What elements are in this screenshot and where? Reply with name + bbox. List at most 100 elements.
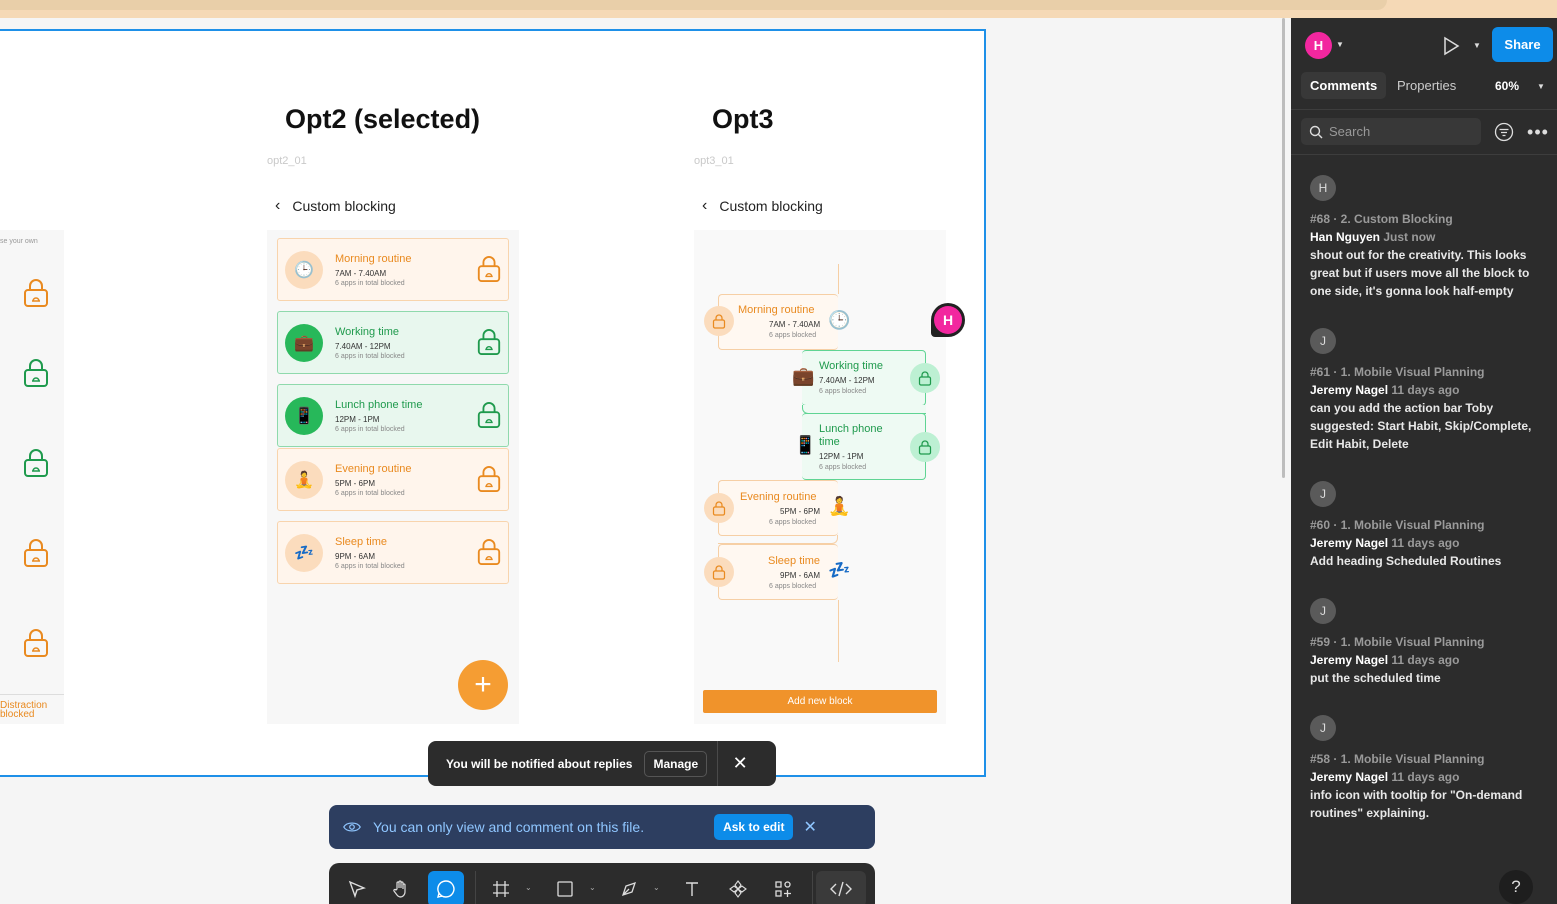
opt1-screen-partial: se your own Distraction blocked — [0, 230, 64, 724]
comment-text: info icon with tooltip for "On-demand ro… — [1310, 788, 1523, 820]
briefcase-icon: 💼 — [792, 366, 815, 386]
avatar: J — [1310, 328, 1336, 354]
opt2-screen: 💤 Sleep time 9PM - 6AM 6 apps in total bloc… — [267, 230, 519, 724]
hand-tool-icon[interactable] — [383, 871, 419, 904]
comment-item[interactable]: H #68 · 2. Custom Blocking Han Nguyen Just… — [1310, 175, 1546, 300]
lock-icon — [910, 432, 940, 462]
block-apps-count: 6 apps in total blocked — [335, 280, 405, 287]
lock-icon — [704, 557, 734, 587]
block-name: Morning routine — [335, 253, 412, 265]
close-icon[interactable]: ✕ — [803, 817, 816, 837]
chevron-down-icon[interactable]: ▼ — [1336, 40, 1344, 49]
tab-comments[interactable]: Comments — [1301, 72, 1387, 99]
timeline-name: Sleep time — [768, 555, 820, 567]
bottom-toolbar: ⌄ ⌄ ⌄ — [329, 863, 875, 904]
block-name: Lunch phone time — [335, 399, 423, 411]
lock-icon — [24, 629, 48, 657]
block-time: 12PM - 1PM — [335, 415, 380, 424]
timeline-connector — [838, 600, 839, 662]
comment-author: Han Nguyen — [1310, 230, 1381, 244]
add-block-fab[interactable]: + — [458, 660, 508, 710]
rectangle-tool-icon[interactable] — [547, 871, 583, 904]
user-avatar[interactable]: H — [1305, 32, 1332, 59]
comment-pin-avatar[interactable]: H — [931, 303, 965, 337]
component-tool-icon[interactable] — [720, 871, 756, 904]
phone-icon: 📱 — [794, 435, 817, 455]
view-only-message: You can only view and comment on this fi… — [373, 819, 645, 835]
toast-message: You will be notified about replies — [446, 756, 633, 771]
opt2-subtitle: opt2_01 — [267, 155, 307, 167]
canvas-scrollbar[interactable] — [1282, 18, 1285, 478]
lock-icon[interactable] — [476, 401, 502, 429]
move-tool-icon[interactable] — [339, 871, 375, 904]
resources-tool-icon[interactable] — [765, 871, 801, 904]
block-card[interactable]: 🧘 Evening routine 5PM - 6PM 6 apps in total… — [277, 448, 509, 511]
timeline-name: Evening routine — [740, 491, 817, 503]
lock-icon[interactable] — [476, 538, 502, 566]
eye-icon — [343, 822, 361, 832]
block-card[interactable]: 🕒 Morning routine 7AM - 7.40AM 6 apps in to… — [277, 238, 509, 301]
comment-item[interactable]: J #58 · 1. Mobile Visual Planning Jeremy N… — [1310, 715, 1546, 822]
view-only-banner: You can only view and comment on this fi… — [329, 805, 875, 849]
avatar: J — [1310, 715, 1336, 741]
toolbar-divider — [475, 871, 476, 904]
comment-text: Add heading Scheduled Routines — [1310, 554, 1502, 568]
lock-icon[interactable] — [476, 255, 502, 283]
lock-icon[interactable] — [476, 465, 502, 493]
comment-author: Jeremy Nagel — [1310, 383, 1389, 397]
share-button[interactable]: Share — [1492, 27, 1553, 62]
block-time: 7AM - 7.40AM — [335, 269, 387, 278]
comment-item[interactable]: J #61 · 1. Mobile Visual Planning Jeremy N… — [1310, 328, 1546, 453]
chevron-down-icon[interactable]: ▼ — [1537, 82, 1545, 91]
zoom-level[interactable]: 60% — [1495, 79, 1519, 93]
comment-search-input[interactable]: Search — [1301, 118, 1481, 145]
add-new-block-button[interactable]: Add new block — [703, 690, 937, 713]
search-icon — [1309, 125, 1323, 138]
more-options-icon[interactable]: ••• — [1527, 121, 1549, 143]
timeline-apps: 6 apps blocked — [769, 332, 817, 339]
pen-tool-icon[interactable] — [611, 871, 647, 904]
timeline-time: 9PM - 6AM — [780, 571, 821, 580]
timeline-time: 7.40AM - 12PM — [819, 376, 875, 385]
lock-icon[interactable] — [476, 328, 502, 356]
comment-text: can you add the action bar Toby suggeste… — [1310, 401, 1532, 451]
avatar: J — [1310, 481, 1336, 507]
dev-mode-toggle-icon[interactable] — [816, 871, 866, 904]
lock-icon — [24, 359, 48, 387]
present-play-icon[interactable] — [1441, 36, 1461, 56]
opt2-header-title: Custom blocking — [292, 198, 396, 214]
back-chevron-icon[interactable]: ‹ — [275, 197, 280, 215]
lock-icon — [24, 539, 48, 567]
block-card[interactable]: 💼 Working time 7.40AM - 12PM 6 apps in tota… — [277, 311, 509, 374]
block-time: 5PM - 6PM — [335, 479, 376, 488]
manage-button[interactable]: Manage — [644, 750, 708, 777]
frame-tool-icon[interactable] — [483, 871, 519, 904]
block-apps-count: 6 apps in total blocked — [335, 490, 405, 497]
panel-divider — [1291, 154, 1557, 155]
comment-timestamp: 11 days ago — [1391, 383, 1460, 397]
chevron-down-icon[interactable]: ⌄ — [525, 883, 532, 892]
block-apps-count: 6 apps in total blocked — [335, 353, 405, 360]
block-card[interactable]: 📱 Lunch phone time 12PM - 1PM 6 apps in tot… — [277, 384, 509, 447]
close-icon[interactable]: ✕ — [718, 753, 762, 774]
chevron-down-icon[interactable]: ▼ — [1473, 41, 1481, 50]
comment-author-line: Jeremy Nagel 11 days ago — [1310, 651, 1546, 669]
clock-icon: 🕒 — [828, 310, 851, 330]
filter-icon[interactable] — [1493, 121, 1515, 143]
comment-item[interactable]: J #60 · 1. Mobile Visual Planning Jeremy N… — [1310, 481, 1546, 570]
comment-timestamp: Just now — [1383, 230, 1436, 244]
help-button[interactable]: ? — [1499, 870, 1533, 904]
tab-properties[interactable]: Properties — [1388, 72, 1465, 99]
avatar-initial: H — [934, 306, 962, 334]
comment-tool-icon[interactable] — [428, 871, 464, 904]
timeline-time: 7AM - 7.40AM — [769, 320, 821, 329]
chevron-down-icon[interactable]: ⌄ — [589, 883, 596, 892]
back-chevron-icon[interactable]: ‹ — [702, 197, 707, 215]
ask-to-edit-button[interactable]: Ask to edit — [714, 814, 794, 840]
design-canvas[interactable]: se your own Distraction blocked Opt2 (se… — [0, 18, 1291, 904]
chevron-down-icon[interactable]: ⌄ — [653, 883, 660, 892]
comment-item[interactable]: J #59 · 1. Mobile Visual Planning Jeremy N… — [1310, 598, 1546, 687]
opt2-title: Opt2 (selected) — [285, 104, 481, 134]
text-tool-icon[interactable] — [674, 871, 710, 904]
block-card[interactable]: 💤 Sleep time 9PM - 6AM 6 apps in total bloc… — [277, 521, 509, 584]
